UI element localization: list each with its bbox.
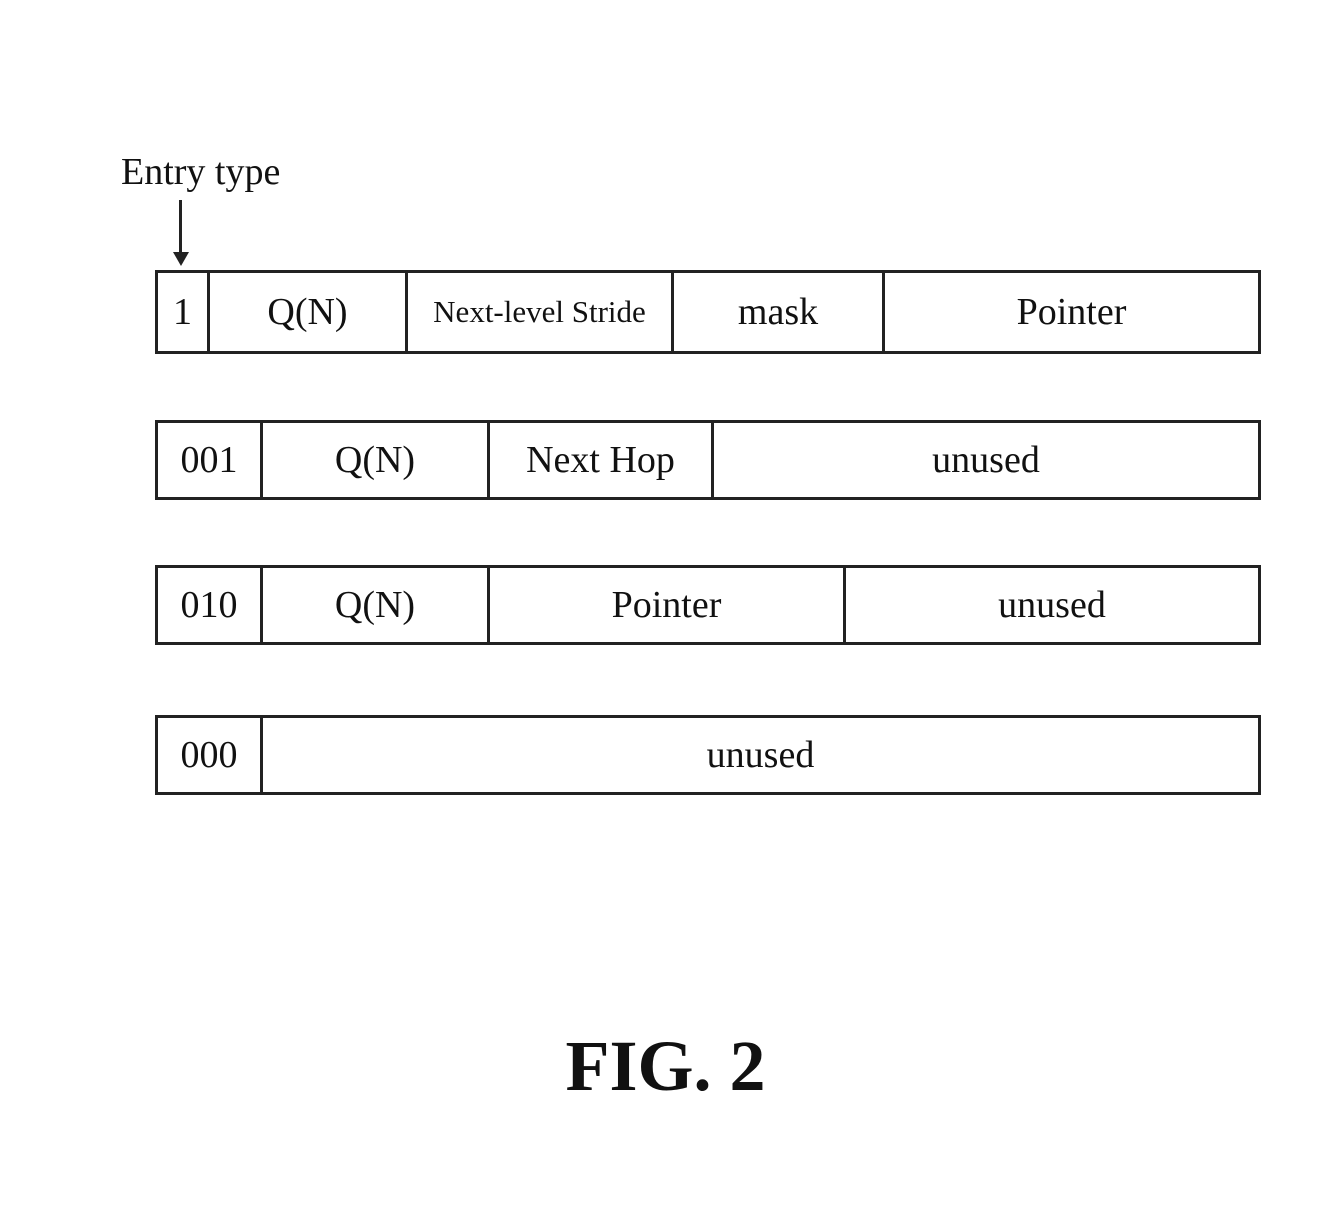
pointer-cell: Pointer xyxy=(1016,291,1127,333)
entry-type-cell: 010 xyxy=(158,568,263,642)
entry-row-3: 010 Q(N) Pointer unused xyxy=(155,565,1261,645)
stride-cell: Next-level Stride xyxy=(408,273,674,351)
qn-cell: Q(N) xyxy=(210,273,408,351)
unused-cell: unused xyxy=(932,439,1040,481)
pointer-cell: Pointer xyxy=(490,568,846,642)
unused-cell: unused xyxy=(706,734,815,776)
qn-cell: Q(N) xyxy=(263,423,490,497)
next-hop-cell: Next Hop xyxy=(490,423,714,497)
mask-cell: mask xyxy=(674,273,885,351)
entry-type-label: Entry type xyxy=(121,151,281,193)
entry-type-cell: 1 xyxy=(158,273,210,351)
qn-cell: Q(N) xyxy=(263,568,490,642)
unused-cell: unused xyxy=(998,584,1106,626)
figure-label: FIG. 2 xyxy=(565,1026,766,1106)
arrow-shaft xyxy=(179,200,182,255)
entry-row-1: 1 Q(N) Next-level Stride mask Pointer xyxy=(155,270,1261,354)
diagram: Entry type 1 Q(N) Next-level Stride mask… xyxy=(0,0,1331,1228)
entry-row-2: 001 Q(N) Next Hop unused xyxy=(155,420,1261,500)
entry-type-cell: 001 xyxy=(158,423,263,497)
arrow-head-icon xyxy=(173,252,189,266)
entry-type-cell: 000 xyxy=(158,718,263,792)
entry-row-4: 000 unused xyxy=(155,715,1261,795)
